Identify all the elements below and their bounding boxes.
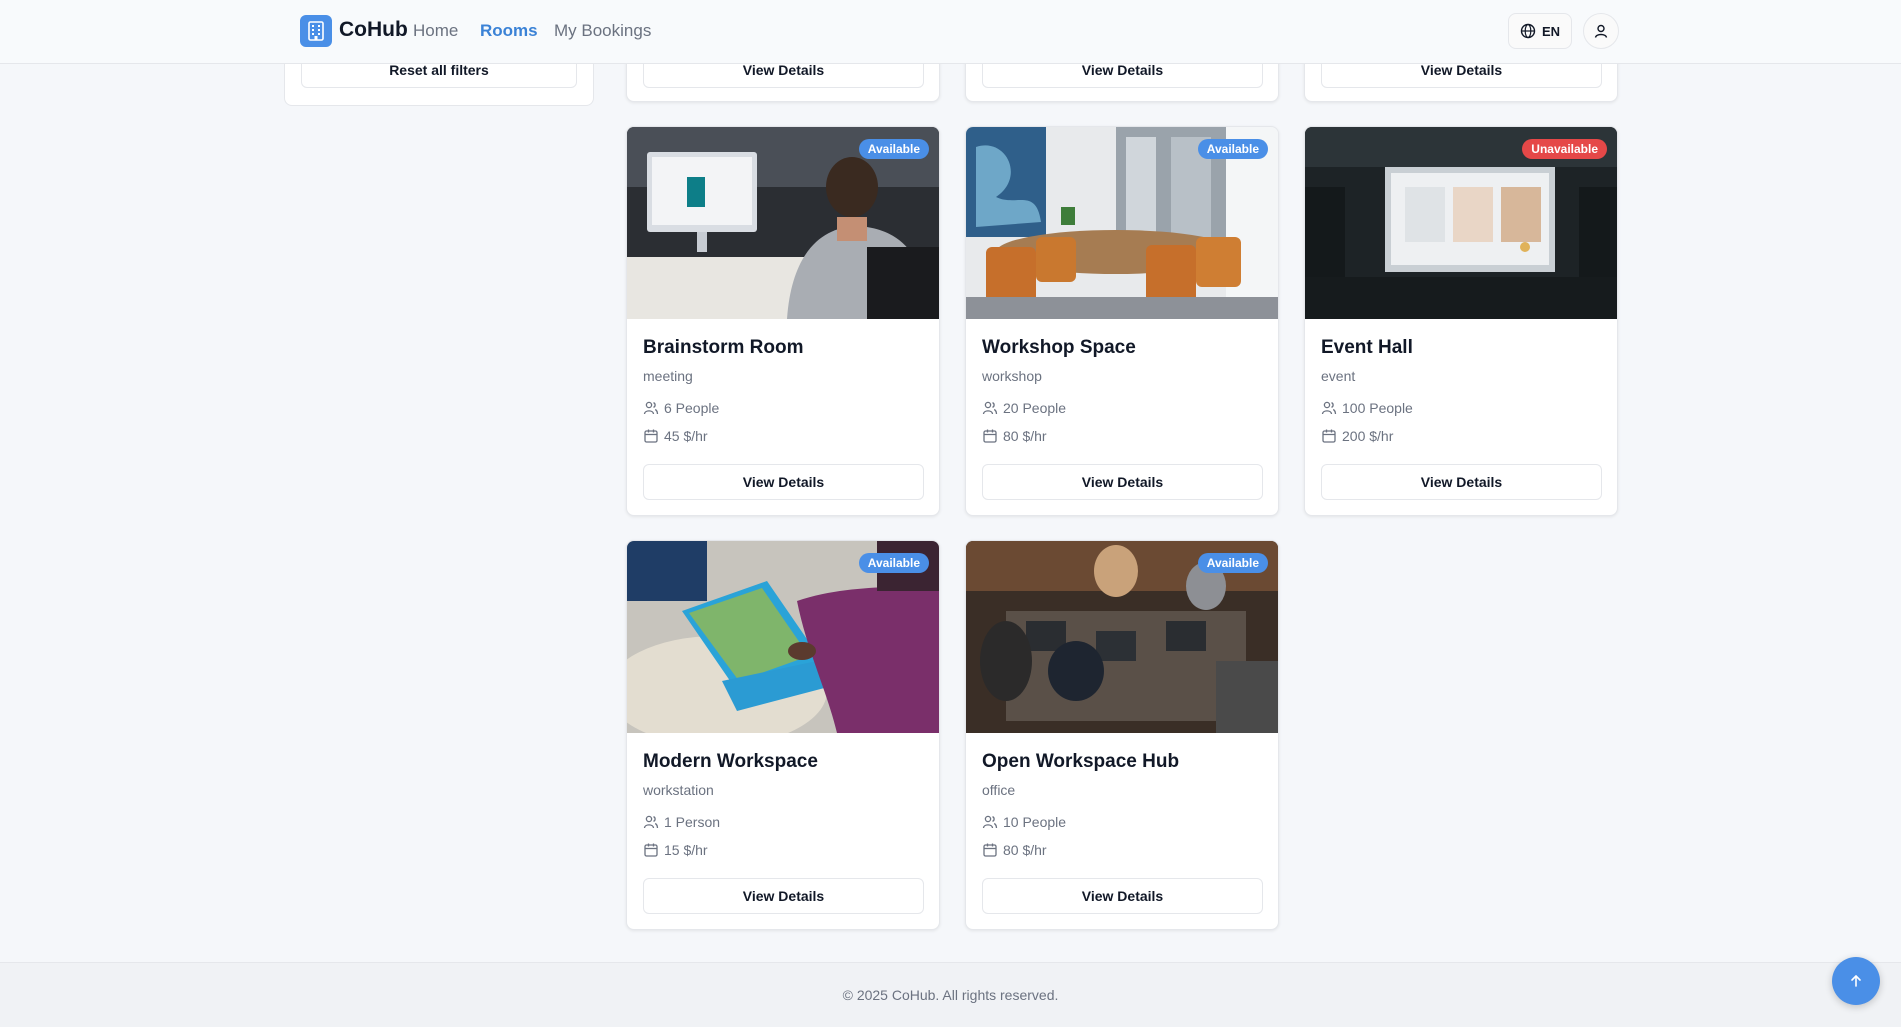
view-details-button[interactable]: View Details <box>982 878 1263 914</box>
price-label: 15 $/hr <box>664 842 708 858</box>
nav-my-bookings[interactable]: My Bookings <box>554 21 651 41</box>
room-capacity: 100 People <box>1321 400 1413 416</box>
users-icon <box>643 815 659 829</box>
users-icon <box>643 401 659 415</box>
room-type: workstation <box>643 782 714 798</box>
room-price: 45 $/hr <box>643 428 708 444</box>
view-details-button[interactable]: View Details <box>1321 464 1602 500</box>
users-icon <box>1321 401 1337 415</box>
capacity-label: 1 Person <box>664 814 721 830</box>
users-icon <box>982 401 998 415</box>
room-title: Modern Workspace <box>643 751 818 772</box>
room-price: 15 $/hr <box>643 842 708 858</box>
status-badge: Unavailable <box>1522 139 1607 159</box>
status-badge: Available <box>858 553 929 573</box>
price-label: 45 $/hr <box>664 428 708 444</box>
room-photo: Available <box>966 127 1278 319</box>
calendar-icon <box>983 429 997 443</box>
room-type: workshop <box>982 368 1042 384</box>
copyright-text: © 2025 CoHub. All rights reserved. <box>842 987 1059 1003</box>
calendar-icon <box>644 429 658 443</box>
room-type: event <box>1321 368 1356 384</box>
globe-icon <box>1520 23 1536 39</box>
room-capacity: 1 Person <box>643 814 720 830</box>
room-photo: Unavailable <box>1305 127 1617 319</box>
room-title: Open Workspace Hub <box>982 751 1180 772</box>
nav-home[interactable]: Home <box>413 21 458 41</box>
room-photo: Available <box>627 541 939 733</box>
room-type: meeting <box>643 368 693 384</box>
top-navbar: CoHub Home Rooms My Bookings EN <box>0 0 1901 64</box>
calendar-icon <box>644 843 658 857</box>
user-menu-button[interactable] <box>1583 13 1619 49</box>
language-switcher[interactable]: EN <box>1508 13 1572 49</box>
status-badge: Available <box>1197 139 1268 159</box>
capacity-label: 20 People <box>1003 400 1067 416</box>
view-details-button[interactable]: View Details <box>982 464 1263 500</box>
room-photo: Available <box>966 541 1278 733</box>
nav-rooms[interactable]: Rooms <box>480 21 538 41</box>
language-label: EN <box>1541 23 1561 39</box>
room-card[interactable]: Available Workshop Space workshop 20 Peo… <box>965 126 1279 516</box>
room-card[interactable]: Available Modern Workspace workstation 1… <box>626 540 940 930</box>
room-type: office <box>982 782 1016 798</box>
room-card[interactable]: Unavailable Event Hall event 100 People … <box>1304 126 1618 516</box>
user-icon <box>1594 24 1608 38</box>
room-title: Brainstorm Room <box>643 337 804 358</box>
price-label: 200 $/hr <box>1342 428 1394 444</box>
brand-name[interactable]: CoHub <box>339 18 408 42</box>
capacity-label: 100 People <box>1342 400 1413 416</box>
price-label: 80 $/hr <box>1003 842 1047 858</box>
view-details-button[interactable]: View Details <box>643 464 924 500</box>
status-badge: Available <box>858 139 929 159</box>
footer: © 2025 CoHub. All rights reserved. <box>0 962 1901 1027</box>
building-logo-icon[interactable] <box>300 15 332 47</box>
arrow-up-icon <box>1851 975 1861 987</box>
calendar-icon <box>1322 429 1336 443</box>
users-icon <box>982 815 998 829</box>
room-photo: Available <box>627 127 939 319</box>
room-capacity: 6 People <box>643 400 719 416</box>
room-capacity: 10 People <box>982 814 1066 830</box>
view-details-button[interactable]: View Details <box>643 878 924 914</box>
room-card[interactable]: Available Brainstorm Room meeting 6 Peop… <box>626 126 940 516</box>
room-price: 80 $/hr <box>982 842 1047 858</box>
room-price: 80 $/hr <box>982 428 1047 444</box>
room-title: Event Hall <box>1321 337 1413 358</box>
capacity-label: 10 People <box>1003 814 1067 830</box>
room-title: Workshop Space <box>982 337 1136 358</box>
room-card[interactable]: Available Open Workspace Hub office 10 P… <box>965 540 1279 930</box>
capacity-label: 6 People <box>664 400 720 416</box>
price-label: 80 $/hr <box>1003 428 1047 444</box>
room-capacity: 20 People <box>982 400 1066 416</box>
room-price: 200 $/hr <box>1321 428 1393 444</box>
scroll-to-top-button[interactable] <box>1832 957 1880 1005</box>
calendar-icon <box>983 843 997 857</box>
status-badge: Available <box>1197 553 1268 573</box>
